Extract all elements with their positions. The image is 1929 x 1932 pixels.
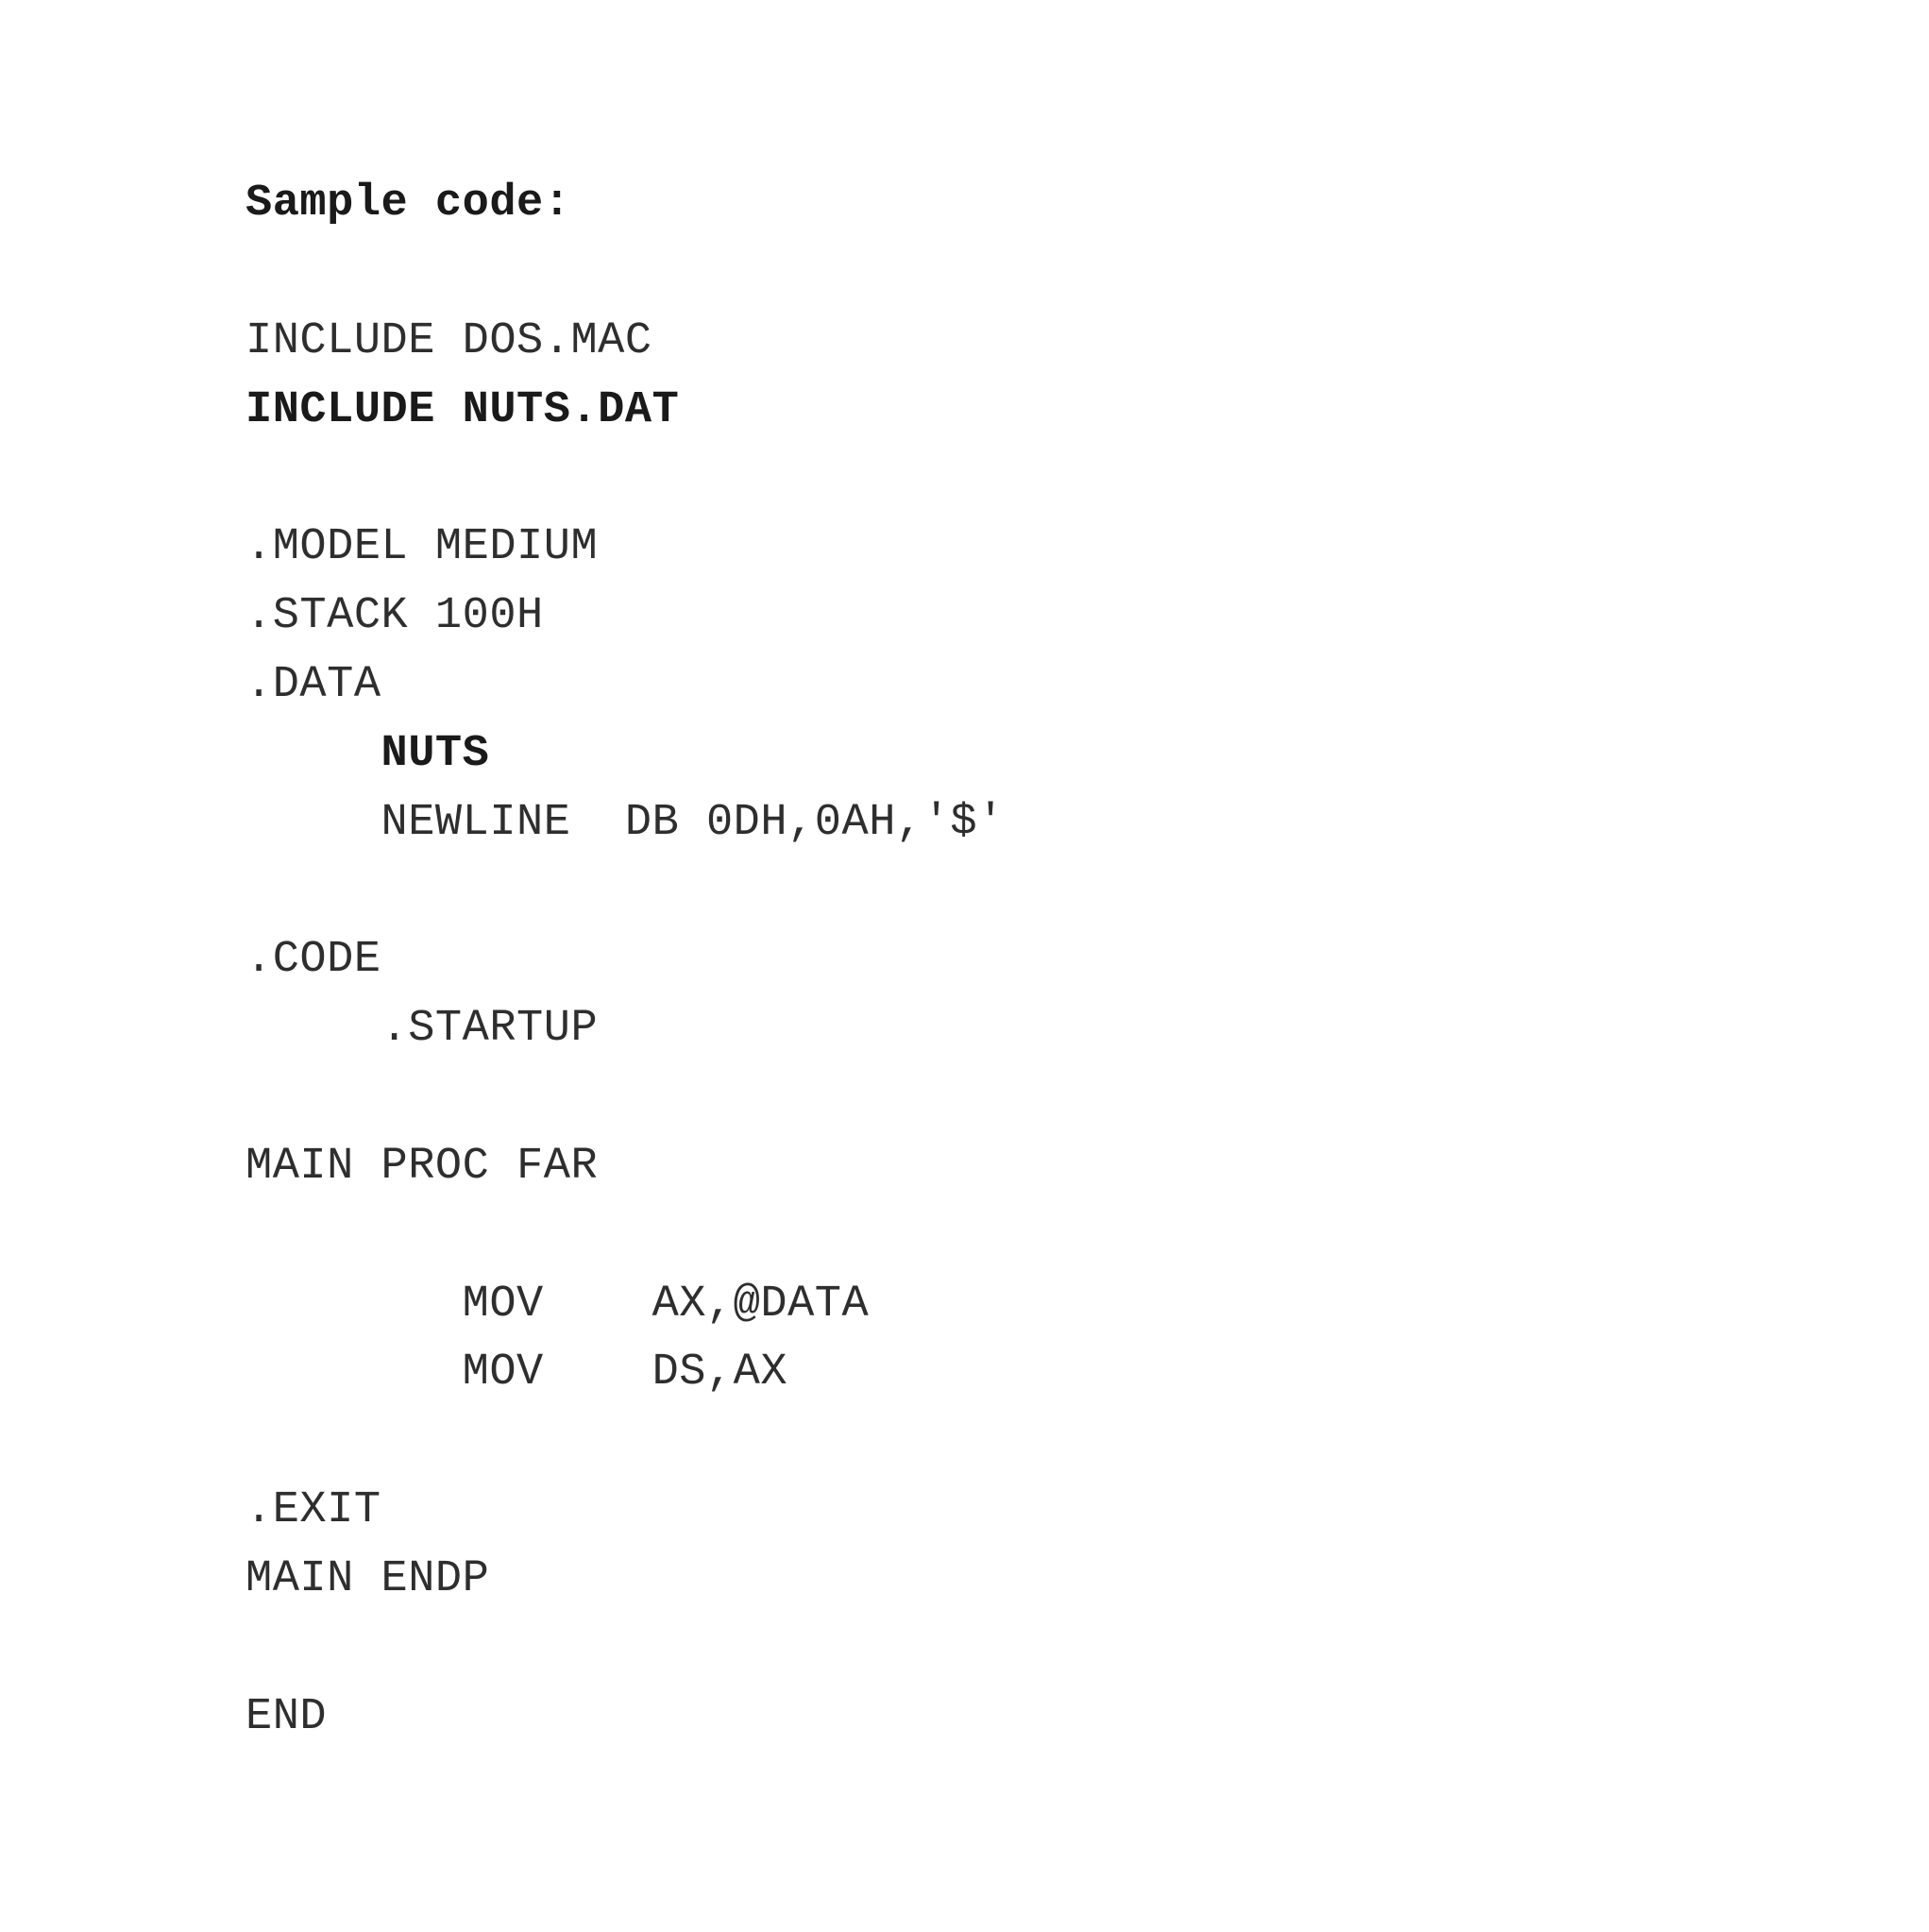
blank-line bbox=[245, 445, 1929, 514]
document-page: Sample code: INCLUDE DOS.MAC INCLUDE NUT… bbox=[0, 0, 1929, 1752]
blank-line bbox=[245, 239, 1929, 308]
blank-line bbox=[245, 1408, 1929, 1477]
code-line: END bbox=[245, 1684, 1929, 1753]
blank-line bbox=[245, 1615, 1929, 1684]
code-line: .EXIT bbox=[245, 1477, 1929, 1546]
code-line: .MODEL MEDIUM bbox=[245, 514, 1929, 583]
code-line: .DATA bbox=[245, 652, 1929, 720]
blank-line bbox=[245, 1202, 1929, 1271]
code-line: .STARTUP bbox=[245, 995, 1929, 1064]
blank-line bbox=[245, 1064, 1929, 1133]
code-line-bold: NUTS bbox=[245, 720, 1929, 789]
code-line: NEWLINE DB 0DH,0AH,'$' bbox=[245, 789, 1929, 858]
code-line-bold: INCLUDE NUTS.DAT bbox=[245, 377, 1929, 446]
code-line: MOV AX,@DATA bbox=[245, 1271, 1929, 1340]
code-line: MAIN ENDP bbox=[245, 1546, 1929, 1615]
code-line: INCLUDE DOS.MAC bbox=[245, 308, 1929, 377]
heading: Sample code: bbox=[245, 170, 1929, 239]
blank-line bbox=[245, 857, 1929, 926]
code-line: MAIN PROC FAR bbox=[245, 1133, 1929, 1202]
code-line: .CODE bbox=[245, 926, 1929, 995]
code-line: MOV DS,AX bbox=[245, 1339, 1929, 1408]
code-line: .STACK 100H bbox=[245, 583, 1929, 652]
